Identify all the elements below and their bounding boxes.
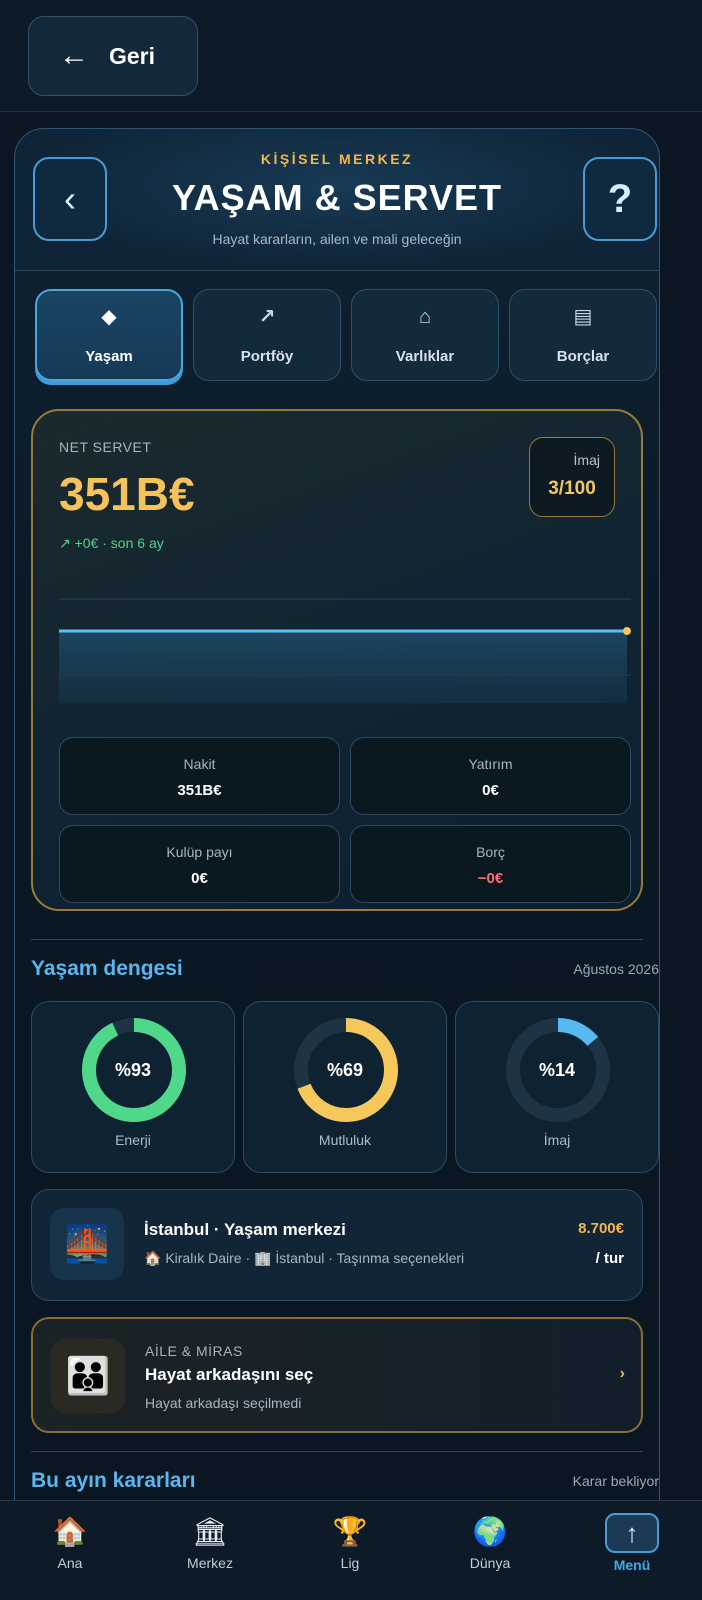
home-icon: 🏠 <box>52 1516 88 1547</box>
image-score-label: İmaj <box>573 452 600 468</box>
nav-label: Menü <box>613 1557 651 1573</box>
family-legacy-card[interactable]: 👪 AİLE & MİRAS Hayat arkadaşını seç Haya… <box>31 1317 643 1433</box>
life-balance-title: Yaşam dengesi <box>31 957 183 980</box>
ring-value: %93 <box>114 1060 152 1080</box>
help-button[interactable]: ? <box>583 157 657 241</box>
stat-club-share: Kulüp payı 0€ <box>59 825 340 903</box>
nav-menu[interactable]: ↑ Menü <box>562 1501 702 1600</box>
stat-label: Kulüp payı <box>166 844 233 860</box>
bridge-night-icon: 🌉 <box>50 1208 124 1280</box>
house-icon: ⌂ <box>418 305 432 328</box>
net-worth-value: 351B€ <box>59 468 195 520</box>
family-subtitle: Hayat arkadaşı seçilmedi <box>145 1395 302 1411</box>
up-arrow-icon: ↑ <box>605 1513 659 1553</box>
back-arrow-icon: ← <box>59 39 89 72</box>
residence-subtitle: 🏠 Kiralık Daire · 🏢 İstanbul · Taşınma s… <box>144 1250 465 1266</box>
chart-point <box>623 627 631 635</box>
ring-card-happiness: %69 Mutluluk <box>243 1001 447 1173</box>
net-worth-chart <box>59 598 631 703</box>
family-kicker: AİLE & MİRAS <box>145 1343 243 1359</box>
trend-arrow-icon: ↗ <box>258 305 276 328</box>
stat-debt: Borç −0€ <box>350 825 631 903</box>
top-bar: ← Geri <box>0 0 702 112</box>
tab-borclar[interactable]: ▤ Borçlar <box>509 289 657 381</box>
back-button-label: Geri <box>109 42 156 69</box>
stat-value: 0€ <box>482 782 499 799</box>
nav-label: Ana <box>57 1555 83 1571</box>
ring-label: İmaj <box>543 1132 571 1148</box>
tab-label: Yaşam <box>85 347 133 365</box>
chevron-right-icon: › <box>619 1365 625 1382</box>
section-tabs: ◆ Yaşam ↗ Portföy ⌂ Varlıklar ▤ Borçlar <box>35 289 657 383</box>
section-divider <box>31 939 643 940</box>
nav-label: Dünya <box>469 1555 511 1571</box>
net-worth-label: NET SERVET <box>59 439 152 455</box>
ring-label: Mutluluk <box>318 1132 372 1148</box>
nav-home[interactable]: 🏠 Ana <box>0 1501 140 1600</box>
stat-value: 0€ <box>191 870 208 887</box>
ring-value: %14 <box>538 1060 576 1080</box>
tab-label: Varlıklar <box>395 347 455 365</box>
diamond-icon: ◆ <box>101 305 117 328</box>
tab-varliklar[interactable]: ⌂ Varlıklar <box>351 289 499 381</box>
residence-title: İstanbul · Yaşam merkezi <box>144 1220 346 1239</box>
stat-value: −0€ <box>477 870 504 887</box>
decisions-status: Karar bekliyor <box>572 1473 659 1489</box>
net-worth-card: NET SERVET 351B€ ↗ +0€ · son 6 ay İmaj 3… <box>31 409 643 911</box>
ring-card-image: %14 İmaj <box>455 1001 659 1173</box>
residence-price-unit: / tur <box>595 1250 624 1267</box>
image-score-badge[interactable]: İmaj 3/100 <box>529 437 615 517</box>
life-wealth-panel: ‹ KİŞİSEL MERKEZ YAŞAM & SERVET Hayat ka… <box>14 128 660 1600</box>
tab-yasam[interactable]: ◆ Yaşam <box>35 289 183 381</box>
bottom-nav: 🏠 Ana 🏛 Merkez 🏆 Lig 🌍 Dünya ↑ Menü <box>0 1500 702 1600</box>
stat-investment: Yatırım 0€ <box>350 737 631 815</box>
page-title: YAŞAM & SERVET <box>171 177 503 218</box>
ledger-icon: ▤ <box>573 305 593 328</box>
back-button[interactable]: ← Geri <box>28 16 198 96</box>
residence-price: 8.700€ <box>578 1220 624 1237</box>
stat-value: 351B€ <box>177 782 222 799</box>
bank-icon: 🏛 <box>192 1516 228 1547</box>
panel-header: ‹ KİŞİSEL MERKEZ YAŞAM & SERVET Hayat ka… <box>15 129 659 271</box>
nav-center[interactable]: 🏛 Merkez <box>140 1501 280 1600</box>
stat-label: Nakit <box>183 756 216 772</box>
image-score-value: 3/100 <box>548 478 596 499</box>
family-icon: 👪 <box>51 1339 125 1413</box>
nav-label: Merkez <box>187 1555 233 1571</box>
tab-label: Borçlar <box>556 347 610 365</box>
nav-world[interactable]: 🌍 Dünya <box>420 1501 560 1600</box>
trophy-icon: 🏆 <box>332 1516 368 1547</box>
header-kicker: KİŞİSEL MERKEZ <box>260 151 414 167</box>
ring-card-energy: %93 Enerji <box>31 1001 235 1173</box>
nav-league[interactable]: 🏆 Lig <box>280 1501 420 1600</box>
page-subtitle: Hayat kararların, ailen ve mali geleceği… <box>212 231 462 247</box>
stat-label: Yatırım <box>468 756 513 772</box>
ring-value: %69 <box>326 1060 364 1080</box>
globe-icon: 🌍 <box>472 1516 508 1547</box>
ring-label: Enerji <box>115 1132 151 1148</box>
question-mark-icon: ? <box>607 176 633 221</box>
decisions-title: Bu ayın kararları <box>31 1469 196 1492</box>
section-divider <box>31 1451 643 1452</box>
tab-label: Portföy <box>240 347 294 365</box>
life-balance-date: Ağustos 2026 <box>573 961 659 977</box>
stat-label: Borç <box>476 844 505 860</box>
residence-card[interactable]: 🌉 İstanbul · Yaşam merkezi 🏠 Kiralık Dai… <box>31 1189 643 1301</box>
net-worth-change: ↗ +0€ · son 6 ay <box>59 535 164 551</box>
chart-area <box>59 631 627 703</box>
stat-cash: Nakit 351B€ <box>59 737 340 815</box>
tab-portfoy[interactable]: ↗ Portföy <box>193 289 341 381</box>
family-title: Hayat arkadaşını seç <box>145 1365 314 1384</box>
nav-label: Lig <box>340 1555 360 1571</box>
